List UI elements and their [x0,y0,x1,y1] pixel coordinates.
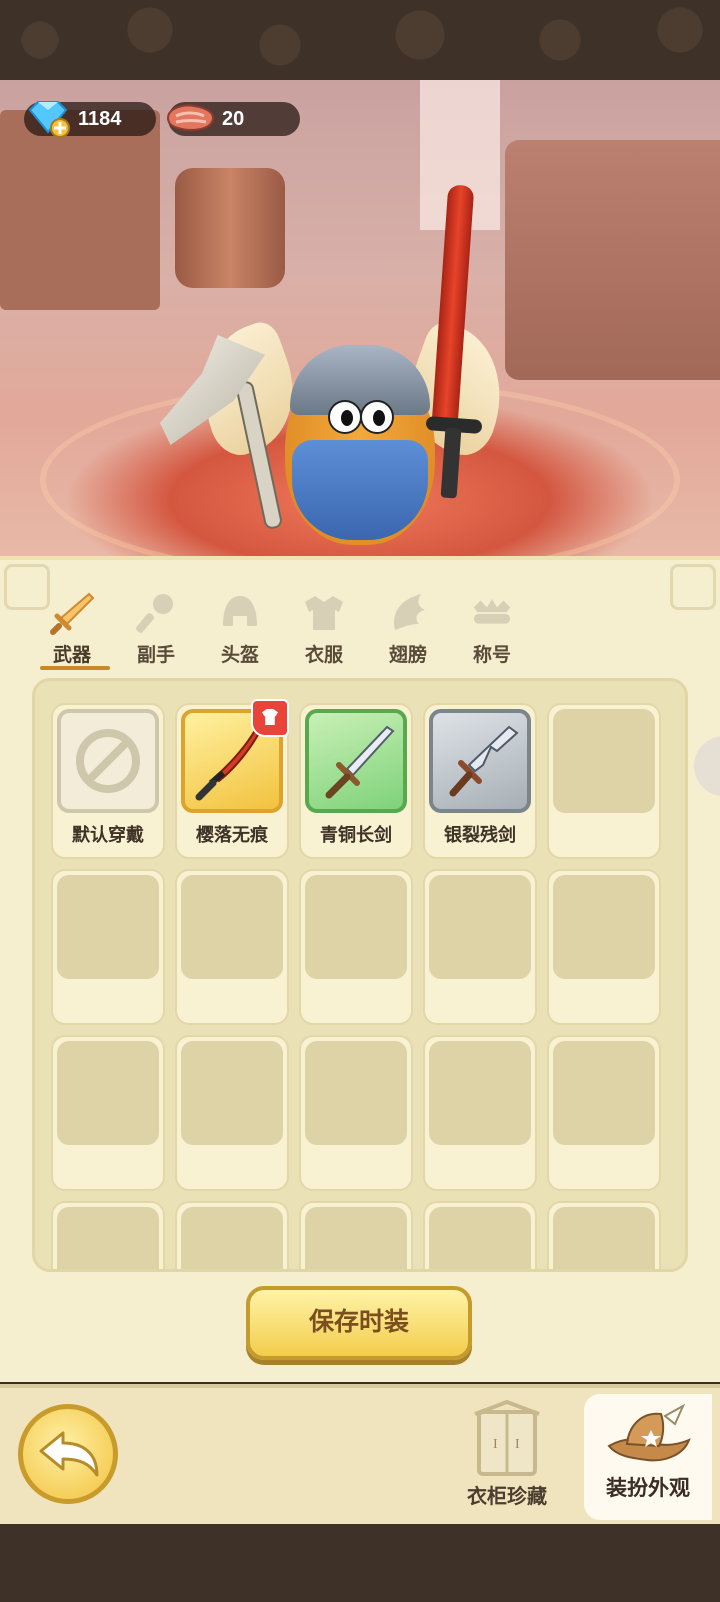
item-slot [429,1041,531,1145]
tab-weapon[interactable]: 武器 [32,590,112,670]
tab-label: 衣服 [304,644,343,666]
empty-item-cell[interactable] [51,1201,165,1269]
item-slot [553,709,655,813]
item-slot [181,1041,283,1145]
item-cell-sakura[interactable]: 樱落无痕 [175,699,289,859]
wardrobe-collection-button[interactable]: I I 衣柜珍藏 [452,1400,562,1520]
empty-item-cell[interactable] [175,869,289,1025]
item-cell-bronze-sword[interactable]: 青铜长剑 [299,703,413,859]
tab-label: 副手 [136,644,175,666]
item-grid: 默认穿戴 樱落无痕 青铜长剑 银裂残剑 [32,678,688,1272]
item-name: 青铜长剑 [320,825,392,846]
crown-icon [473,599,511,624]
empty-item-cell[interactable] [423,1035,537,1191]
tab-label: 称号 [472,644,511,666]
item-slot [57,1207,159,1269]
empty-item-cell[interactable] [51,1035,165,1191]
character-eye [360,400,394,434]
meat-count: 20 [222,108,245,130]
empty-item-cell[interactable] [51,869,165,1025]
item-slot [429,875,531,979]
sword-icon [50,592,95,635]
hat-icon [607,1403,691,1462]
active-tab-indicator [40,666,110,670]
outfit-panel: 武器 副手 头盔 衣服 翅膀 称号 默认穿戴 樱落无痕 青铜长剑 银裂残剑 [0,556,720,1382]
helmet-icon [223,596,257,626]
item-slot [429,709,531,813]
item-slot [553,875,655,979]
item-name: 樱落无痕 [196,825,268,846]
wardrobe-label: 衣柜珍藏 [467,1484,547,1508]
tab-helmet[interactable]: 头盔 [200,590,280,670]
empty-item-cell[interactable] [547,1201,661,1269]
tab-title[interactable]: 称号 [452,590,532,670]
item-slot [305,1041,407,1145]
item-slot [553,1041,655,1145]
item-slot [57,875,159,979]
gem-count: 1184 [78,108,122,130]
treasure-chest [505,140,720,380]
empty-item-cell[interactable] [547,869,661,1025]
item-slot [305,1207,407,1269]
empty-item-cell[interactable] [423,1201,537,1269]
dress-up-button[interactable]: 装扮外观 [584,1394,712,1520]
item-slot [553,1207,655,1269]
category-tabs: 武器 副手 头盔 衣服 翅膀 称号 [32,590,552,670]
tab-label: 武器 [52,644,91,666]
item-slot [429,1207,531,1269]
empty-item-cell[interactable] [299,1035,413,1191]
item-cell-default[interactable]: 默认穿戴 [51,703,165,859]
character-eye [328,400,362,434]
gem-plus-icon [28,101,70,138]
empty-item-cell[interactable] [547,1035,661,1191]
item-slot [57,709,159,813]
tab-clothes[interactable]: 衣服 [284,590,364,670]
svg-text:I: I [515,1437,520,1452]
broken-sword-icon [449,725,519,797]
item-slot [57,1041,159,1145]
empty-item-cell[interactable] [299,869,413,1025]
panel-corner-ornament [670,564,716,610]
none-icon [76,729,140,793]
empty-item-cell[interactable] [175,1035,289,1191]
shelf [0,110,160,310]
dress-up-label: 装扮外观 [606,1476,690,1500]
tab-label: 翅膀 [388,644,427,666]
gem-counter[interactable]: 1184 [24,101,156,138]
bottom-decorative-frame [0,1524,720,1602]
item-cell-silver-sword[interactable]: 银裂残剑 [423,703,537,859]
wardrobe-icon: I I [474,1400,540,1476]
mace-icon [136,594,173,633]
item-name: 默认穿戴 [72,825,144,846]
item-slot [181,1207,283,1269]
tab-offhand[interactable]: 副手 [116,590,196,670]
character-overalls [292,440,428,540]
armor-icon [305,596,343,630]
meat-counter[interactable]: 20 [166,102,300,136]
tab-wings[interactable]: 翅膀 [368,590,448,670]
wing-icon [394,594,425,630]
item-slot [181,875,283,979]
empty-item-cell[interactable] [547,703,661,859]
top-decorative-frame [0,0,720,80]
long-sword-icon [325,725,395,799]
meat-icon [166,104,214,131]
svg-text:I: I [493,1437,498,1452]
save-outfit-button[interactable]: 保存时装 [246,1286,472,1360]
back-button[interactable] [18,1404,118,1504]
empty-item-cell[interactable] [423,869,537,1025]
item-slot [305,709,407,813]
empty-item-cell[interactable] [175,1201,289,1269]
back-arrow-icon [39,1431,99,1477]
barrel [175,168,285,288]
tab-label: 头盔 [220,644,259,666]
item-slot [305,875,407,979]
item-name: 银裂残剑 [444,825,516,846]
outfit-badge-icon [251,699,289,737]
empty-item-cell[interactable] [299,1201,413,1269]
